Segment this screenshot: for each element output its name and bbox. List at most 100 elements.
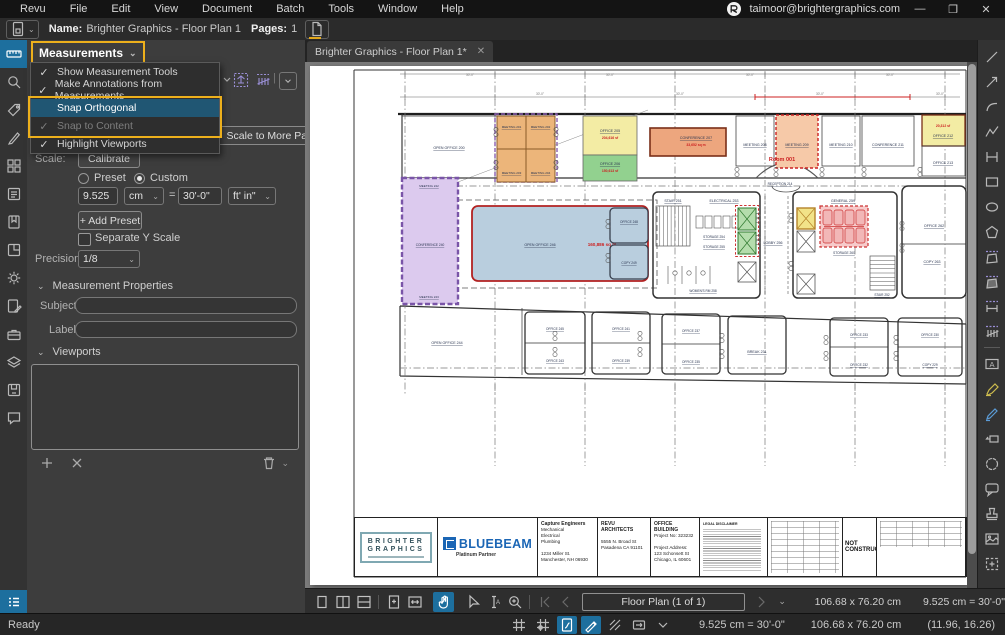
add-preset-button[interactable]: + Add Preset (78, 211, 142, 230)
tool-highlighter[interactable] (978, 376, 1005, 401)
previous-page-button[interactable] (555, 592, 576, 612)
trash-options-chevron[interactable]: ⌄ (281, 458, 289, 469)
menu-document[interactable]: Document (190, 1, 264, 17)
split-horizontal-button[interactable] (353, 592, 374, 612)
sidebar-tab-search[interactable] (0, 68, 27, 96)
tool-textbox[interactable]: A (978, 351, 1005, 376)
delete-viewport-button[interactable] (69, 455, 85, 471)
scale-value-input[interactable] (78, 187, 118, 205)
scale-unit-select[interactable]: cm⌄ (124, 187, 164, 205)
sidebar-tab-signature[interactable] (0, 124, 27, 152)
sidebar-tab-file-access[interactable] (0, 376, 27, 404)
status-snap-content-button[interactable] (557, 616, 577, 634)
tool-cloud[interactable] (978, 451, 1005, 476)
calibrate-tool-icon[interactable] (233, 72, 249, 88)
tool-perimeter[interactable] (978, 294, 1005, 319)
sidebar-tab-properties[interactable] (0, 180, 27, 208)
status-snap-grid-button[interactable] (533, 616, 553, 634)
label-input[interactable] (75, 321, 297, 338)
scale-value2-input[interactable] (178, 187, 222, 205)
tool-rectangle[interactable] (978, 169, 1005, 194)
tool-stamp[interactable] (978, 501, 1005, 526)
menu-item-highlight-viewports[interactable]: ✓Highlight Viewports (31, 135, 219, 153)
custom-radio[interactable] (134, 173, 145, 184)
tool-polyline[interactable] (978, 119, 1005, 144)
tool-callout[interactable] (978, 426, 1005, 451)
custom-radio-label[interactable]: Custom (150, 172, 188, 184)
tool-volume[interactable] (978, 269, 1005, 294)
toolbar-more-button[interactable] (279, 72, 297, 90)
fit-width-button[interactable] (404, 592, 425, 612)
file-menu-button[interactable]: ⌄ (6, 20, 39, 39)
sidebar-tab-bookmarks[interactable] (0, 208, 27, 236)
next-page-button[interactable] (751, 592, 772, 612)
zoom-tool-button[interactable] (504, 592, 525, 612)
preset-radio-label[interactable]: Preset (94, 172, 126, 184)
viewports-header[interactable]: ⌄ Viewports (37, 346, 101, 358)
split-vertical-button[interactable] (332, 592, 353, 612)
tool-image[interactable] (978, 526, 1005, 551)
menu-batch[interactable]: Batch (264, 1, 316, 17)
status-chevron-down-button[interactable] (653, 616, 673, 634)
status-reuse-button[interactable] (629, 616, 649, 634)
viewports-list[interactable] (31, 364, 299, 450)
precision-select[interactable]: 1/8⌄ (78, 250, 140, 268)
first-page-button[interactable] (534, 592, 555, 612)
tool-note[interactable] (978, 476, 1005, 501)
tool-count[interactable] (978, 319, 1005, 344)
document-page[interactable]: OPEN OFFICE 200MEETING 201MEETING 202MEE… (310, 66, 967, 585)
sidebar-tab-settings[interactable] (0, 264, 27, 292)
account-email[interactable]: taimoor@brightergraphics.com (749, 3, 900, 15)
tool-pen[interactable] (978, 401, 1005, 426)
single-page-view-button[interactable] (311, 592, 332, 612)
menu-revu[interactable]: Revu (8, 1, 58, 17)
menu-edit[interactable]: Edit (99, 1, 142, 17)
sidebar-tab-markup-summary[interactable] (0, 292, 27, 320)
status-grid-button[interactable] (509, 616, 529, 634)
pan-tool-button[interactable] (433, 592, 454, 612)
measurement-properties-header[interactable]: ⌄ Measurement Properties (37, 280, 173, 292)
tool-arrow[interactable] (978, 69, 1005, 94)
menu-tools[interactable]: Tools (316, 1, 366, 17)
subject-input[interactable] (75, 297, 297, 314)
select-text-button[interactable]: A (483, 592, 504, 612)
sidebar-tab-thumbnails[interactable] (0, 152, 27, 180)
separate-y-label[interactable]: Separate Y Scale (95, 232, 180, 244)
menu-view[interactable]: View (142, 1, 190, 17)
menu-help[interactable]: Help (429, 1, 476, 17)
minimize-button[interactable]: — (907, 1, 933, 17)
page-field[interactable]: Floor Plan (1 of 1) (582, 593, 745, 611)
document-area[interactable]: OPEN OFFICE 200MEETING 201MEETING 202MEE… (305, 62, 977, 588)
tab-close-icon[interactable]: ✕ (477, 46, 485, 57)
tool-line[interactable] (978, 44, 1005, 69)
sidebar-tab-toolbox[interactable] (0, 320, 27, 348)
vertical-scrollbar[interactable] (967, 62, 977, 588)
scale-unit2-select[interactable]: ft' in"⌄ (228, 187, 276, 205)
separate-y-checkbox[interactable] (78, 233, 91, 246)
count-tool-icon[interactable] (255, 72, 271, 88)
menu-item-make-annotations-from-measurements[interactable]: ✓Make Annotations from Measurements (31, 81, 219, 99)
sidebar-tab-measurements[interactable] (0, 40, 27, 68)
menu-item-snap-to-content[interactable]: ✓Snap to Content (31, 117, 219, 135)
status-snap-hatch-button[interactable] (605, 616, 625, 634)
menu-window[interactable]: Window (366, 1, 429, 17)
new-window-button[interactable] (383, 592, 404, 612)
tool-length[interactable] (978, 144, 1005, 169)
menu-file[interactable]: File (58, 1, 100, 17)
tool-ellipse[interactable] (978, 194, 1005, 219)
close-button[interactable]: ✕ (973, 1, 999, 17)
sidebar-tab-layers[interactable] (0, 348, 27, 376)
status-snap-markup-button[interactable] (581, 616, 601, 634)
tool-arc[interactable] (978, 94, 1005, 119)
tool-polygon[interactable] (978, 219, 1005, 244)
tool-snapshot[interactable] (978, 551, 1005, 576)
sidebar-tab-flag[interactable] (0, 96, 27, 124)
restore-button[interactable]: ❐ (940, 1, 966, 17)
page-options-chevron[interactable]: ⌄ (772, 592, 793, 612)
page-setup-button[interactable] (305, 20, 329, 39)
document-tab[interactable]: Brighter Graphics - Floor Plan 1* ✕ (307, 41, 493, 62)
preset-radio[interactable] (78, 173, 89, 184)
sidebar-tab-chat[interactable] (0, 404, 27, 432)
sidebar-tab-spaces[interactable] (0, 236, 27, 264)
tool-area[interactable] (978, 244, 1005, 269)
